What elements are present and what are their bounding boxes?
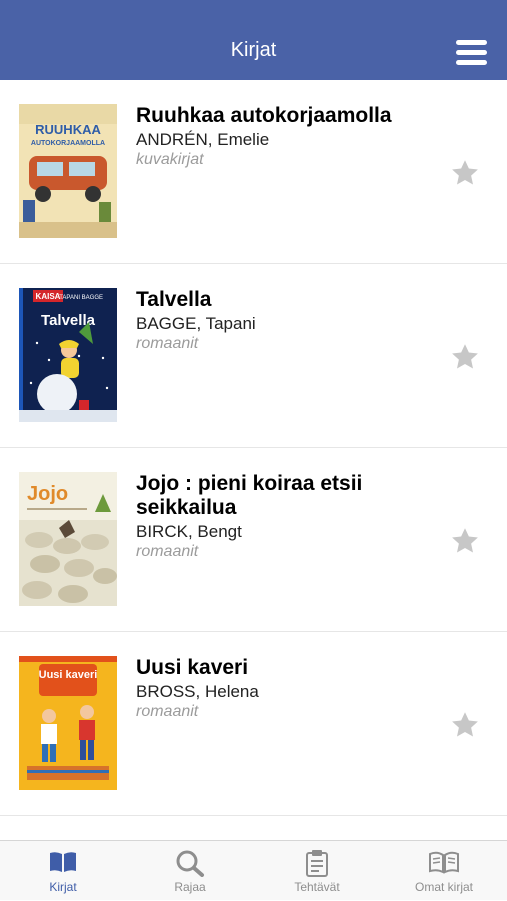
open-book-icon [429, 851, 459, 874]
hamburger-menu-icon[interactable] [456, 40, 487, 66]
tab-label: Tehtävät [294, 880, 340, 894]
favorite-star-icon[interactable] [450, 158, 480, 188]
tab-bar: Kirjat Rajaa Tehtävät Omat kirjat [0, 840, 507, 900]
cover-title-text: Uusi kaveri [39, 669, 98, 681]
header-bar: Kirjat [0, 0, 507, 80]
cover-author-text: TAPANI BAGGE [59, 295, 103, 301]
cover-title-text: Jojo [27, 483, 68, 505]
book-list-item[interactable]: Jojo Jojo : pieni koiraa etsii seikkailu… [0, 448, 507, 632]
page-title: Kirjat [230, 39, 277, 61]
tab-tehtavat[interactable]: Tehtävät [254, 841, 380, 901]
favorite-star-icon[interactable] [450, 526, 480, 556]
book-list-item[interactable]: RUUHKAA AUTOKORJAAMOLLA Ruuhkaa autokorj… [0, 80, 507, 264]
favorite-star-icon[interactable] [450, 342, 480, 372]
tab-label: Omat kirjat [414, 880, 473, 894]
cover-title-text: RUUHKAA [35, 122, 101, 137]
book-genre: romaanit [136, 335, 199, 352]
book-genre: romaanit [136, 543, 199, 560]
book-cover-image: Jojo [19, 472, 117, 606]
book-list-item[interactable]: Uusi kaveri Uusi kaveri BROSS, Helena ro… [0, 632, 507, 816]
tab-rajaa[interactable]: Rajaa [127, 841, 253, 901]
cover-subtitle-text: AUTOKORJAAMOLLA [31, 140, 105, 147]
book-list-item[interactable]: KAISA TAPANI BAGGE Talvella Talvella BAG… [0, 264, 507, 448]
book-author: BROSS, Helena [136, 682, 259, 701]
book-author: ANDRÉN, Emelie [136, 130, 270, 149]
tab-label: Rajaa [174, 880, 206, 894]
favorite-star-icon[interactable] [450, 710, 480, 740]
book-title: Uusi kaveri [136, 656, 249, 679]
book-cover-image: Uusi kaveri [19, 656, 117, 790]
book-genre: romaanit [136, 703, 199, 720]
book-author: BIRCK, Bengt [136, 522, 242, 541]
book-title: Jojo : pieni koiraa etsii seikkailua [136, 472, 363, 519]
book-cover-image: RUUHKAA AUTOKORJAAMOLLA [19, 104, 117, 238]
book-list: RUUHKAA AUTOKORJAAMOLLA Ruuhkaa autokorj… [0, 80, 507, 840]
book-author: BAGGE, Tapani [136, 314, 256, 333]
search-icon [176, 850, 204, 877]
tab-label: Kirjat [49, 880, 77, 894]
book-icon [50, 852, 76, 872]
book-cover-image: KAISA TAPANI BAGGE Talvella [19, 288, 117, 422]
book-title: Talvella [136, 288, 212, 311]
clipboard-icon [306, 850, 328, 877]
cover-series-text: KAISA [36, 292, 61, 301]
tab-omat-kirjat[interactable]: Omat kirjat [381, 841, 507, 901]
book-genre: kuvakirjat [136, 151, 204, 168]
book-title: Ruuhkaa autokorjaamolla [136, 104, 392, 127]
tab-kirjat[interactable]: Kirjat [0, 841, 126, 901]
